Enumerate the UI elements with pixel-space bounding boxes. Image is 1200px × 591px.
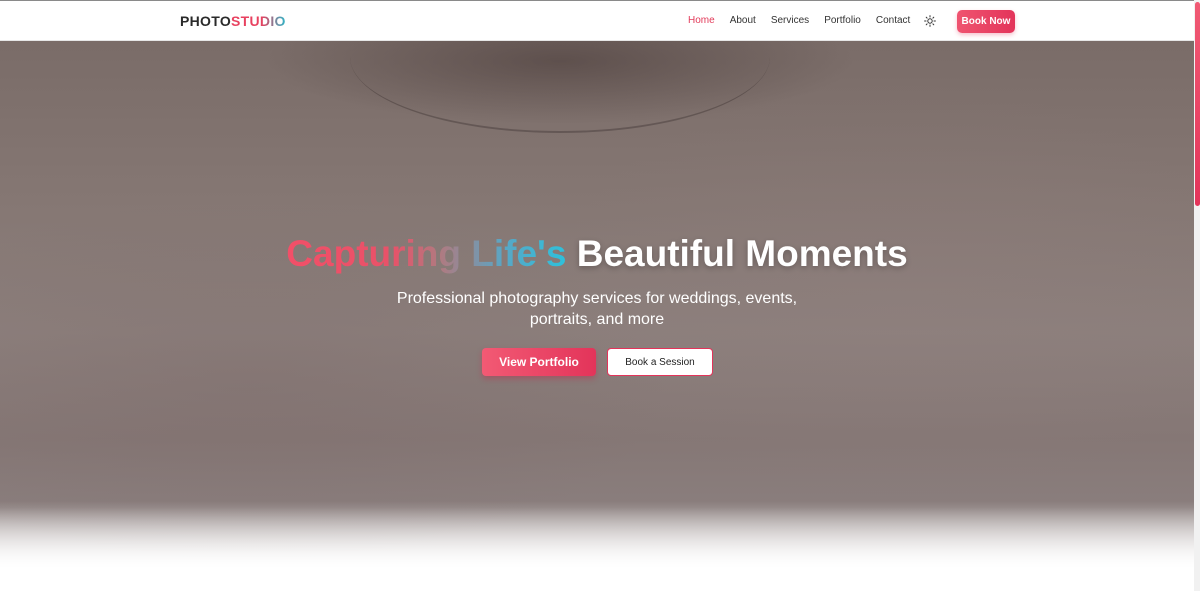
sun-icon[interactable] [924, 14, 936, 27]
book-session-button[interactable]: Book a Session [607, 348, 713, 376]
nav-link-contact[interactable]: Contact [876, 15, 910, 26]
hero-headline: Capturing Life's Beautiful Moments [0, 233, 1194, 275]
logo[interactable]: PHOTOSTUDIO [180, 13, 286, 29]
logo-photo-text: PHOTO [180, 13, 232, 29]
nav-link-services[interactable]: Services [771, 15, 809, 26]
nav-link-portfolio[interactable]: Portfolio [824, 15, 861, 26]
hero-subtitle: Professional photography services for we… [0, 288, 1194, 330]
hero-background-image [350, 41, 770, 133]
nav-link-about[interactable]: About [730, 15, 756, 26]
hero-subtitle-line2: portraits, and more [529, 311, 665, 328]
view-portfolio-button[interactable]: View Portfolio [482, 348, 596, 376]
book-now-button[interactable]: Book Now [957, 10, 1015, 33]
navbar: PHOTOSTUDIO Home About Services Portfoli… [0, 1, 1194, 41]
hero-headline-rest: Beautiful Moments [576, 233, 908, 274]
hero-bottom-fade [0, 501, 1194, 571]
nav-links: Home About Services Portfolio Contact [688, 15, 925, 26]
scrollbar-thumb[interactable] [1195, 2, 1200, 206]
hero-subtitle-line1: Professional photography services for we… [396, 290, 798, 307]
nav-link-home[interactable]: Home [688, 15, 715, 26]
logo-studio-text: STUDIO [231, 13, 286, 29]
hero-section: Capturing Life's Beautiful Moments Profe… [0, 41, 1194, 571]
hero-headline-gradient: Capturing Life's [286, 233, 567, 274]
